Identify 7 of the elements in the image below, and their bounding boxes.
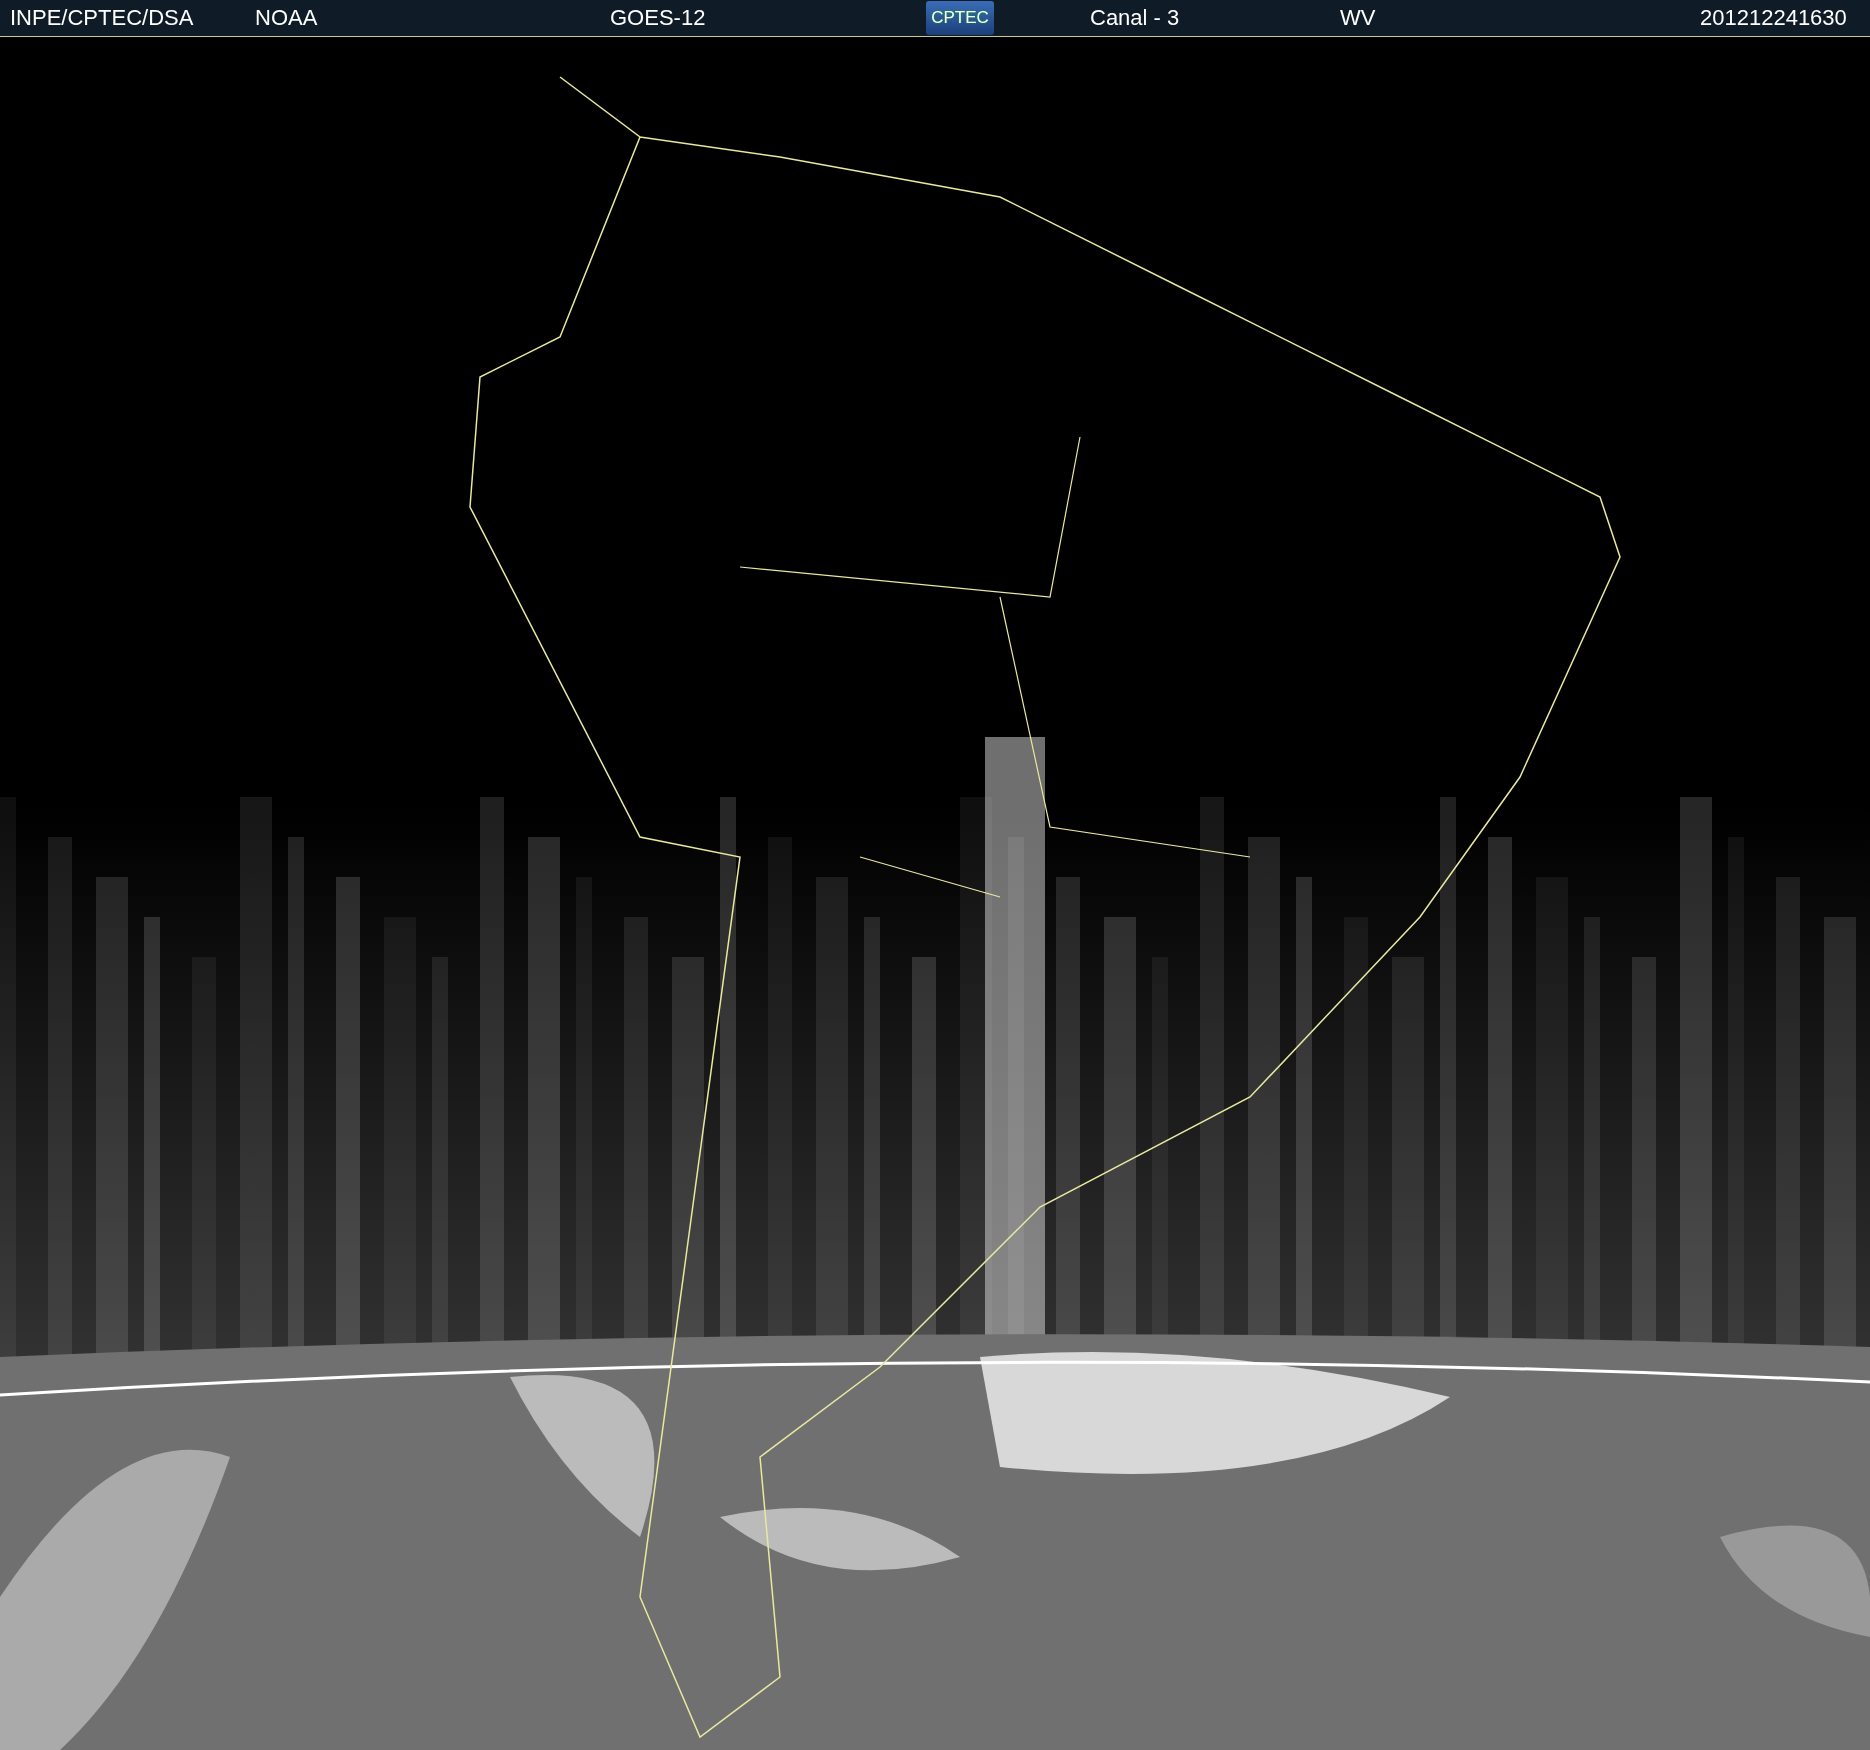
header-label: Canal - 3 (1090, 5, 1181, 31)
header-label: 201212241630 (1700, 5, 1848, 31)
header-label: WV (1340, 5, 1377, 31)
header-label: GOES-12 (610, 5, 707, 31)
logo: CPTEC (926, 1, 994, 35)
header-label: INPE/CPTEC/DSA (10, 5, 195, 31)
header-label: NOAA (255, 5, 319, 31)
